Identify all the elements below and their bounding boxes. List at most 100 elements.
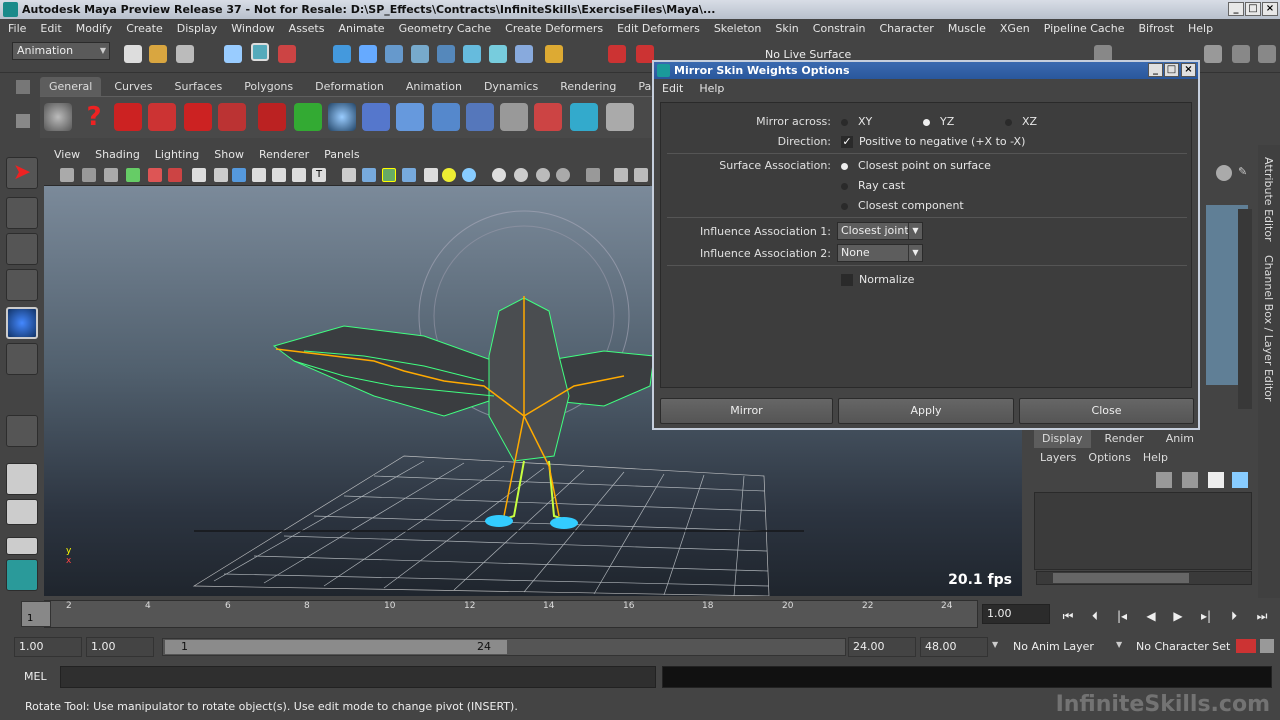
go-to-end-icon[interactable]: ⏭	[1252, 608, 1272, 624]
menu-display[interactable]: Display	[169, 19, 224, 39]
bookmark-icon[interactable]	[104, 168, 118, 182]
shelf-tab-dynamics[interactable]: Dynamics	[475, 77, 547, 96]
current-frame-marker[interactable]	[21, 601, 51, 627]
select-hierarchy-icon[interactable]	[224, 45, 242, 63]
rotate-tool-shelf-icon[interactable]	[148, 103, 176, 131]
joint-tree-icon[interactable]	[396, 103, 424, 131]
vp-menu-view[interactable]: View	[44, 145, 85, 164]
select-tool-icon[interactable]: ➤	[6, 157, 38, 189]
side-tab-channel-box[interactable]: Channel Box / Layer Editor	[1262, 255, 1275, 402]
isolate-select-icon[interactable]	[586, 168, 600, 182]
dialog-menu-edit[interactable]: Edit	[654, 79, 691, 99]
single-pane-layout-icon[interactable]	[6, 463, 38, 495]
wireframe-icon[interactable]	[342, 168, 356, 182]
shadows-icon[interactable]	[462, 168, 476, 182]
step-forward-key-icon[interactable]: ▸|	[1196, 608, 1216, 624]
camera-attributes-icon[interactable]	[82, 168, 96, 182]
box-tool-icon[interactable]	[606, 103, 634, 131]
shelf-tabs-toggle-icon[interactable]	[16, 80, 30, 94]
toggle-channel-box-icon[interactable]	[1258, 45, 1276, 63]
toggle-tool-settings-icon[interactable]	[1232, 45, 1250, 63]
2d-pan-zoom-icon[interactable]	[148, 168, 162, 182]
deformations-mask-icon[interactable]	[437, 45, 455, 63]
layer-horizontal-scrollbar[interactable]	[1036, 571, 1252, 585]
menu-assets[interactable]: Assets	[281, 19, 331, 39]
layer-menu-help[interactable]: Help	[1137, 448, 1174, 468]
channel-scrollbar[interactable]	[1238, 209, 1252, 409]
vp-menu-shading[interactable]: Shading	[85, 145, 145, 164]
surfaces-mask-icon[interactable]	[411, 45, 429, 63]
shelf-menu-icon[interactable]	[16, 114, 30, 128]
menu-geometry-cache[interactable]: Geometry Cache	[391, 19, 498, 39]
move-tool-shelf-icon[interactable]	[114, 103, 142, 131]
dynamics-mask-icon[interactable]	[463, 45, 481, 63]
outliner-layout-icon[interactable]	[6, 537, 38, 555]
dialog-minimize-button[interactable]: _	[1148, 63, 1163, 77]
menu-skin[interactable]: Skin	[767, 19, 804, 39]
direction-checkbox[interactable]: ✓ Positive to negative (+X to -X)	[841, 135, 1025, 148]
lock-selection-icon[interactable]	[545, 45, 563, 63]
depth-of-field-icon[interactable]	[556, 168, 570, 182]
animation-preferences-icon[interactable]	[1260, 639, 1274, 653]
sphere-icon[interactable]	[328, 103, 356, 131]
scroll-thumb[interactable]	[1053, 573, 1189, 583]
image-plane-icon[interactable]	[126, 168, 140, 182]
playback-start-field[interactable]: 1.00	[86, 637, 154, 657]
bend-tool-icon[interactable]	[258, 103, 286, 131]
misc-mask-icon[interactable]	[515, 45, 533, 63]
film-gate-icon[interactable]	[214, 168, 228, 182]
shelf-tab-curves[interactable]: Curves	[105, 77, 161, 96]
joint-hierarchy-icon[interactable]	[432, 103, 460, 131]
gate-mask-icon[interactable]	[252, 168, 266, 182]
scale-tool-icon[interactable]	[6, 343, 38, 375]
paint-weights-icon[interactable]	[534, 103, 562, 131]
transform-tool-shelf-icon[interactable]	[218, 103, 246, 131]
dialog-close-button[interactable]: ×	[1181, 63, 1196, 77]
new-empty-layer-icon[interactable]	[1208, 472, 1224, 488]
xray-icon[interactable]	[402, 168, 416, 182]
layer-menu-layers[interactable]: Layers	[1034, 448, 1082, 468]
radio-xy[interactable]: XY	[841, 115, 872, 128]
menu-bifrost[interactable]: Bifrost	[1130, 19, 1180, 39]
influence-association-1-dropdown[interactable]: Closest joint ▼	[837, 222, 923, 240]
cube-icon[interactable]	[570, 103, 598, 131]
shelf-tab-painteffects[interactable]: PaintEffects	[629, 77, 652, 96]
rotate-tool-icon[interactable]	[6, 307, 38, 339]
use-all-lights-icon[interactable]	[442, 168, 456, 182]
xray-joints-icon[interactable]	[614, 168, 628, 182]
joint-chain-icon[interactable]	[362, 103, 390, 131]
menu-character[interactable]: Character	[872, 19, 940, 39]
vp-menu-lighting[interactable]: Lighting	[145, 145, 204, 164]
radio-closest-point[interactable]: Closest point on surface	[841, 159, 991, 172]
toggle-attribute-editor-icon[interactable]	[1204, 45, 1222, 63]
move-tool-icon[interactable]	[6, 269, 38, 301]
influence-association-2-dropdown[interactable]: None ▼	[837, 244, 923, 262]
radio-closest-component[interactable]: Closest component	[841, 199, 964, 212]
field-chart-icon[interactable]	[272, 168, 286, 182]
green-arrow-icon[interactable]	[294, 103, 322, 131]
mirror-button[interactable]: Mirror	[660, 398, 833, 424]
lasso-tool-icon[interactable]	[6, 197, 38, 229]
vp-menu-renderer[interactable]: Renderer	[249, 145, 314, 164]
four-pane-layout-icon[interactable]	[6, 499, 38, 525]
grease-pencil-icon[interactable]	[168, 168, 182, 182]
shelf-tab-surfaces[interactable]: Surfaces	[166, 77, 232, 96]
multisample-aa-icon[interactable]	[536, 168, 550, 182]
smooth-shade-icon[interactable]	[362, 168, 376, 182]
motion-blur-icon[interactable]	[514, 168, 528, 182]
new-scene-icon[interactable]	[124, 45, 142, 63]
scale-tool-shelf-icon[interactable]	[184, 103, 212, 131]
layer-list[interactable]	[1034, 492, 1252, 570]
help-question-icon[interactable]: ?	[80, 103, 108, 131]
menu-file[interactable]: File	[0, 19, 32, 39]
pencil-icon[interactable]: ✎	[1238, 165, 1250, 181]
menu-xgen[interactable]: XGen	[992, 19, 1036, 39]
menu-muscle[interactable]: Muscle	[940, 19, 992, 39]
menu-create-deformers[interactable]: Create Deformers	[497, 19, 609, 39]
tab-anim[interactable]: Anim	[1158, 430, 1202, 448]
menu-create[interactable]: Create	[118, 19, 169, 39]
select-object-icon[interactable]	[251, 43, 269, 61]
dialog-menu-help[interactable]: Help	[691, 79, 732, 99]
close-button[interactable]: Close	[1019, 398, 1194, 424]
chevron-down-icon[interactable]: ▼	[1116, 640, 1122, 649]
